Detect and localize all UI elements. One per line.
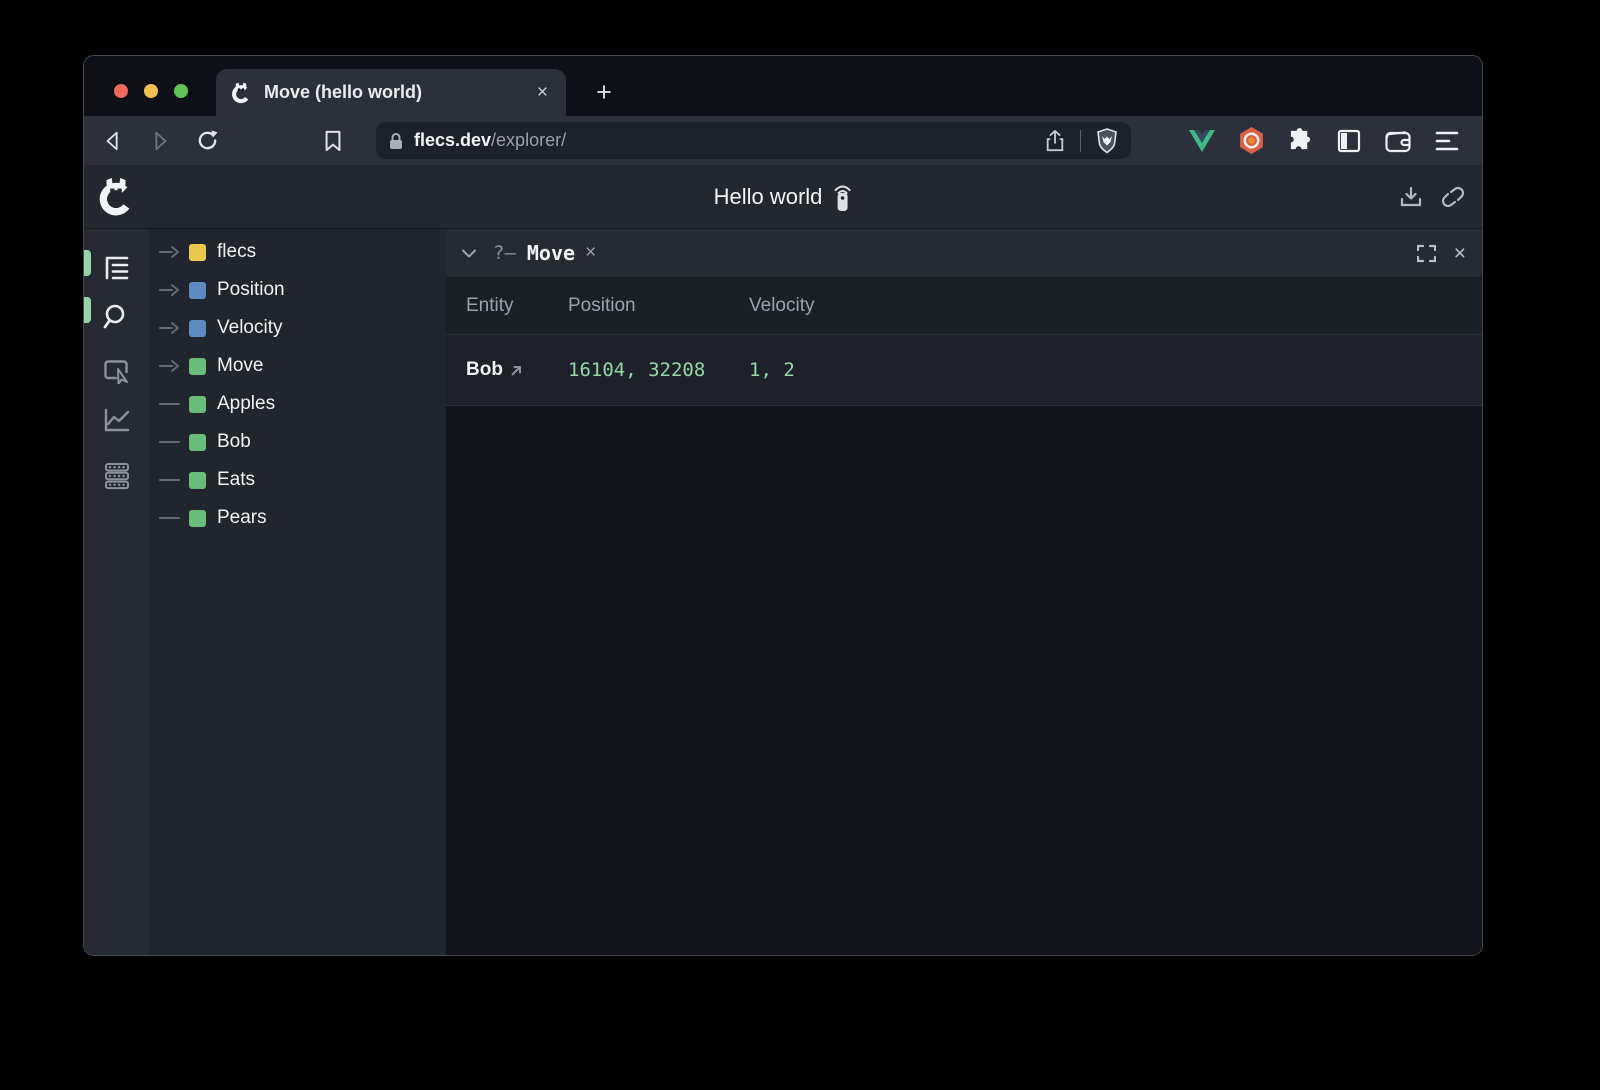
tree-item-position[interactable]: Position [149,271,446,309]
component-color-square [189,320,206,337]
traffic-lights [114,84,188,98]
tree-item-apples[interactable]: Apples [149,385,446,423]
tree-item-eats[interactable]: Eats [149,461,446,499]
entity-color-square [189,472,206,489]
extension-icons [1189,128,1464,154]
leaf-connector [159,510,187,526]
menu-icon[interactable] [1434,128,1460,154]
flecs-logo[interactable] [96,177,136,217]
tab-close-icon[interactable]: × [533,80,552,106]
active-pill-search [84,297,91,323]
extensions-puzzle-icon[interactable] [1287,128,1313,154]
column-header-velocity[interactable]: Velocity [749,295,1482,317]
remote-connected-icon[interactable] [832,182,852,212]
query-table-header: Entity Position Velocity [446,278,1482,335]
bookmark-icon[interactable] [320,128,346,154]
expand-arrow-icon[interactable] [159,320,187,336]
entity-color-square [189,358,206,375]
expand-arrow-icon[interactable] [159,282,187,298]
velocity-value: 1, 2 [749,359,1482,381]
wallet-icon[interactable] [1385,128,1411,154]
query-prefix: ?– [493,242,516,264]
new-tab-button[interactable]: + [586,74,622,110]
forward-icon[interactable] [147,128,173,154]
entity-name[interactable]: Bob [466,359,503,381]
reload-icon[interactable] [194,128,220,154]
expand-arrow-icon[interactable] [159,244,187,260]
column-header-entity[interactable]: Entity [446,295,566,317]
back-icon[interactable] [100,128,126,154]
vue-devtools-icon[interactable] [1189,128,1215,154]
tree-item-label: Bob [217,431,251,453]
tree-item-label: Position [217,279,285,301]
tab-strip: Move (hello world) × + [84,56,1482,116]
address-divider [1080,130,1081,152]
leaf-connector [159,472,187,488]
page-header: Hello world [84,165,1482,229]
sidebar-toggle-icon[interactable] [1336,128,1362,154]
browser-window: Move (hello world) × + flecs.dev/explore… [83,55,1483,956]
fullscreen-icon[interactable] [1417,244,1436,263]
entity-color-square [189,510,206,527]
page-title: Hello world [714,184,823,210]
column-header-position[interactable]: Position [566,295,749,317]
query-results-empty-area [446,406,1482,956]
entity-tree-panel: flecs Position Velocity Move Apples [149,229,446,956]
query-tab-label[interactable]: Move [527,241,575,265]
share-icon[interactable] [1044,129,1066,153]
open-entity-arrow-icon[interactable] [510,364,523,377]
url-path: /explorer/ [491,130,566,150]
icon-rail [84,229,149,956]
tree-icon[interactable] [103,254,131,282]
tree-item-move[interactable]: Move [149,347,446,385]
close-window-button[interactable] [114,84,128,98]
query-panel: ?– Move × × Entity Position Velocity Bob [446,229,1482,956]
query-tab-close-icon[interactable]: × [585,242,596,264]
download-icon[interactable] [1399,185,1423,209]
leaf-connector [159,396,187,412]
stats-icon[interactable] [103,462,131,490]
browser-tab[interactable]: Move (hello world) × [216,69,566,116]
leaf-connector [159,434,187,450]
expand-arrow-icon[interactable] [159,358,187,374]
tree-item-label: Move [217,355,263,377]
module-color-square [189,244,206,261]
tree-item-bob[interactable]: Bob [149,423,446,461]
inspect-icon[interactable] [103,357,131,385]
table-row[interactable]: Bob 16104, 32208 1, 2 [446,335,1482,406]
chevron-down-icon[interactable] [462,249,476,258]
tree-item-label: Eats [217,469,255,491]
tree-item-pears[interactable]: Pears [149,499,446,537]
link-icon[interactable] [1440,185,1466,209]
minimize-window-button[interactable] [144,84,158,98]
tree-item-label: Pears [217,507,267,529]
component-color-square [189,282,206,299]
entity-color-square [189,396,206,413]
url-text: flecs.dev/explorer/ [414,130,566,151]
hex-extension-icon[interactable] [1238,128,1264,154]
tree-item-label: flecs [217,241,256,263]
tree-item-velocity[interactable]: Velocity [149,309,446,347]
address-bar[interactable]: flecs.dev/explorer/ [376,122,1131,159]
entity-color-square [189,434,206,451]
tree-item-label: Velocity [217,317,282,339]
chart-icon[interactable] [103,406,131,434]
tree-item-flecs[interactable]: flecs [149,233,446,271]
browser-toolbar: flecs.dev/explorer/ [84,116,1482,165]
panel-close-icon[interactable]: × [1454,243,1466,264]
active-pill-tree [84,250,91,276]
tab-title: Move (hello world) [264,82,533,103]
tree-item-label: Apples [217,393,275,415]
query-panel-tabbar: ?– Move × × [446,229,1482,278]
flecs-favicon [230,82,252,104]
url-host: flecs.dev [414,130,491,150]
brave-shield-icon[interactable] [1095,128,1119,154]
explorer-content: flecs Position Velocity Move Apples [84,229,1482,956]
search-icon[interactable] [103,302,131,330]
position-value: 16104, 32208 [566,359,749,381]
zoom-window-button[interactable] [174,84,188,98]
lock-icon [388,132,404,150]
